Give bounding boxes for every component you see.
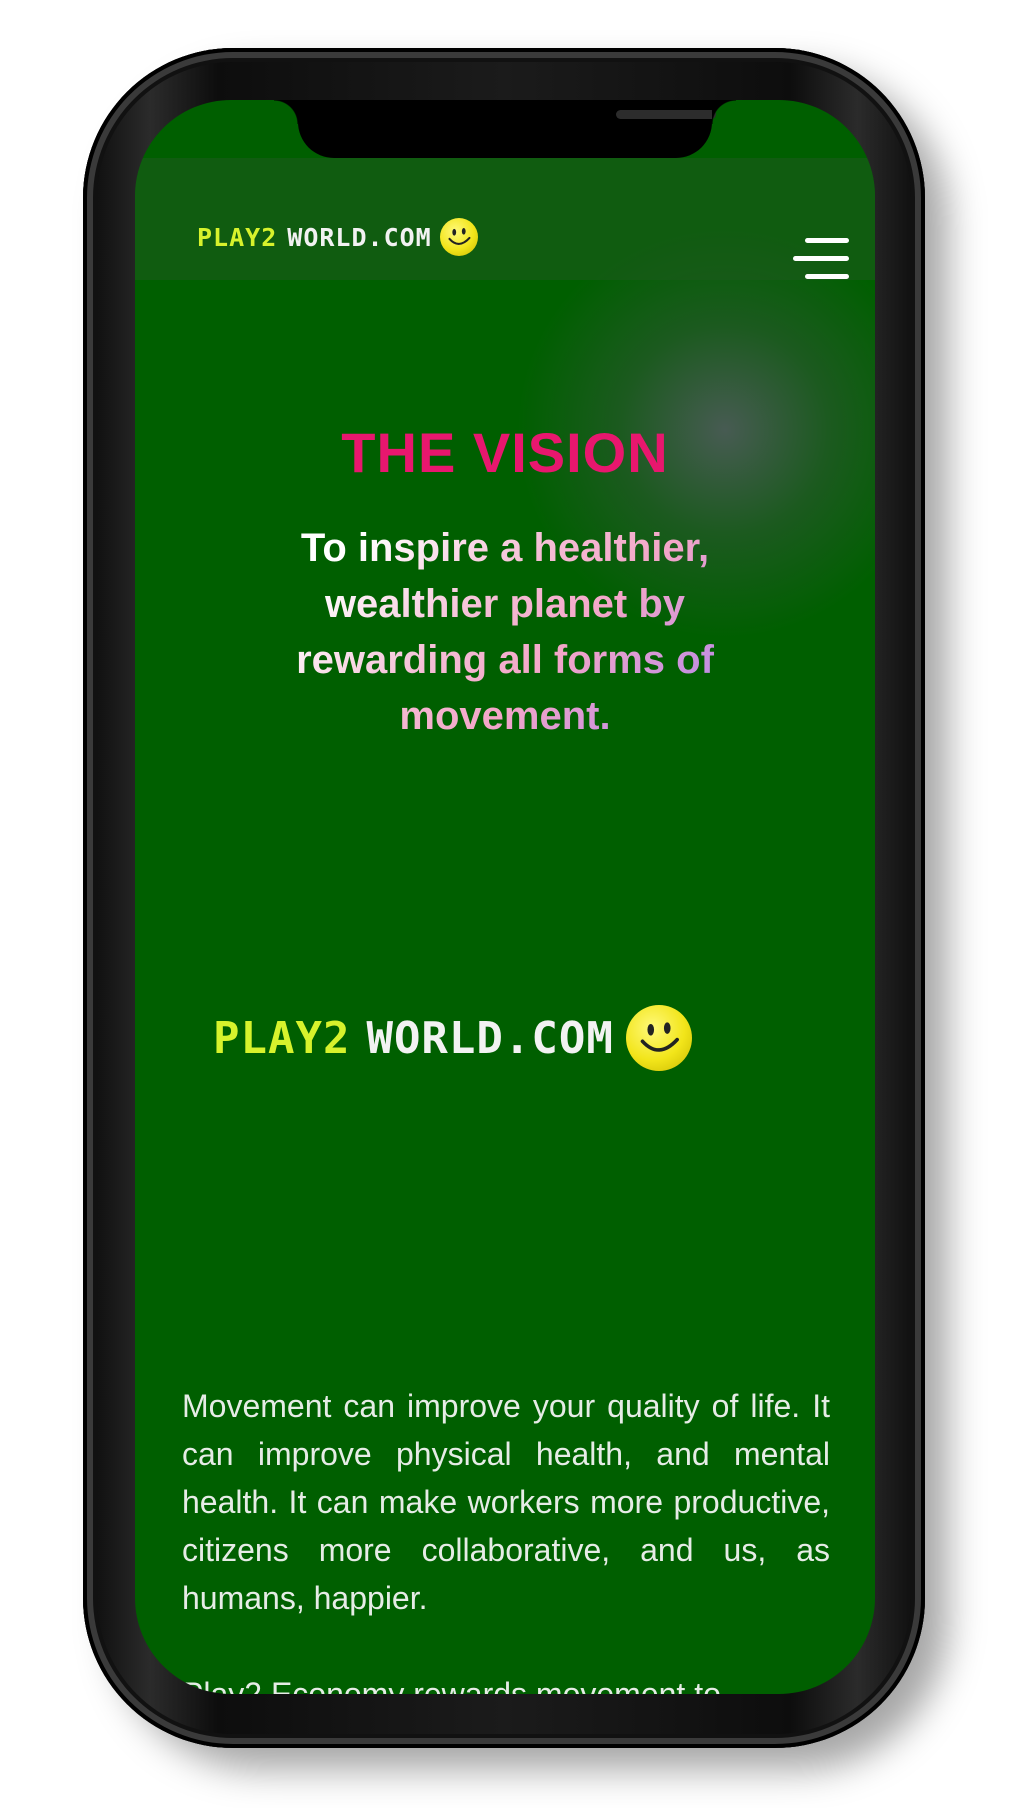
- brand-logo: PLAY2 WORLD.COM: [213, 1005, 692, 1071]
- logo-world-text: WORLD.COM: [366, 1012, 614, 1064]
- phone-screen: PLAY2 WORLD.COM THE VISION To inspire a …: [135, 100, 875, 1694]
- vision-title: THE VISION: [341, 421, 669, 484]
- logo-play-text: PLAY2: [197, 222, 278, 252]
- header-logo[interactable]: PLAY2 WORLD.COM: [197, 218, 478, 256]
- smiley-face-icon: [625, 1005, 692, 1071]
- paragraph-economy: Play2 Economy rewards movement to: [182, 1676, 721, 1694]
- phone-notch: [274, 100, 736, 158]
- logo-play-text: PLAY2: [213, 1012, 351, 1064]
- logo-world-text: WORLD.COM: [287, 222, 432, 252]
- smiley-face-icon: [439, 218, 478, 256]
- hamburger-menu-icon[interactable]: [793, 238, 849, 280]
- vision-statement: To inspire a healthier, wealthier planet…: [225, 520, 785, 744]
- speaker-grille: [616, 110, 716, 119]
- paragraph-movement: Movement can improve your quality of lif…: [182, 1388, 830, 1616]
- body-content: Movement can improve your quality of lif…: [182, 1382, 830, 1694]
